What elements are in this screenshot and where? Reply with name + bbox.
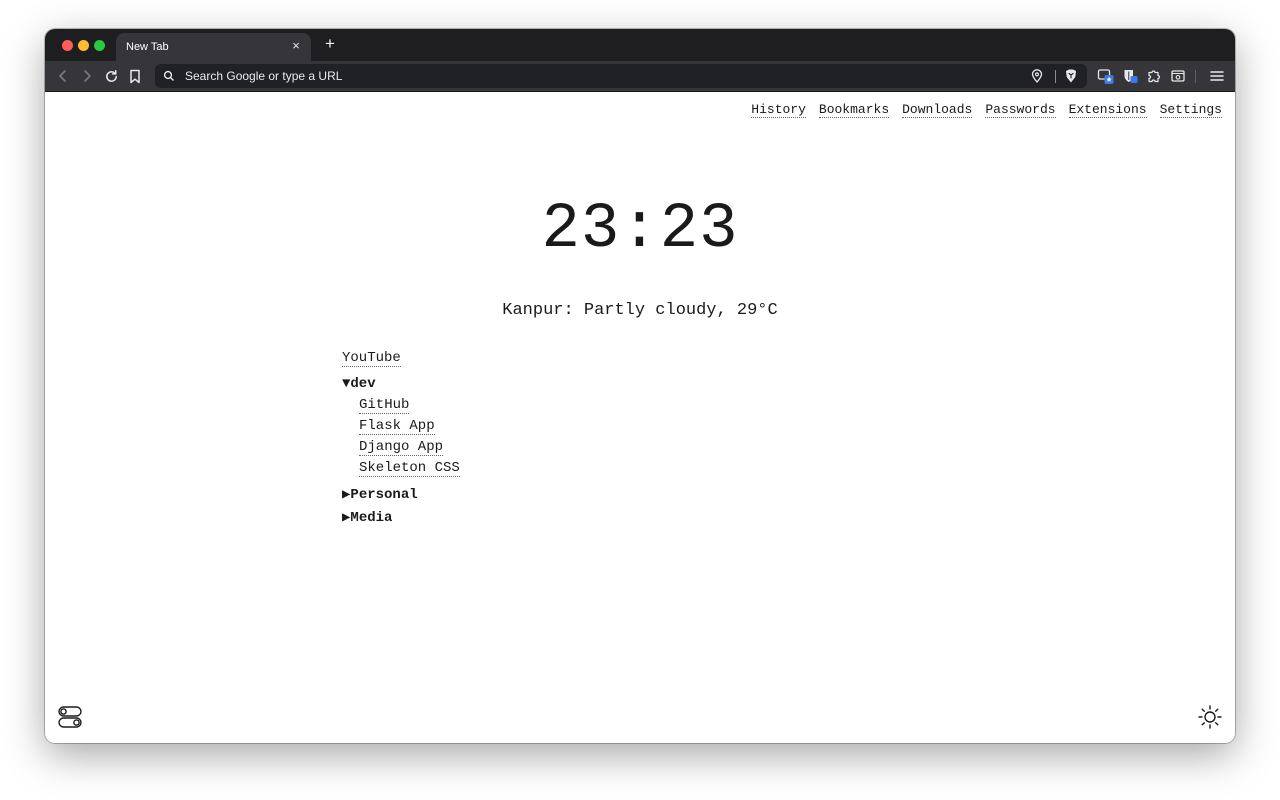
tab-title: New Tab: [126, 41, 169, 53]
history-link[interactable]: History: [751, 103, 806, 118]
toolbar: Search Google or type a URL: [45, 61, 1235, 92]
sun-icon[interactable]: [1197, 704, 1223, 730]
tab-strip: New Tab × +: [45, 29, 1235, 61]
minimize-window-button[interactable]: [78, 40, 89, 51]
search-icon: [161, 68, 177, 84]
new-tab-page: History Bookmarks Downloads Passwords Ex…: [45, 92, 1235, 743]
bitwarden-icon[interactable]: [1121, 67, 1139, 85]
address-divider: [1055, 70, 1056, 83]
close-window-button[interactable]: [62, 40, 73, 51]
reader-mode-icon[interactable]: [1169, 67, 1187, 85]
top-nav-links: History Bookmarks Downloads Passwords Ex…: [751, 103, 1222, 118]
bookmark-icon[interactable]: [126, 67, 144, 85]
address-input[interactable]: Search Google or type a URL: [185, 69, 342, 83]
address-bar[interactable]: Search Google or type a URL: [155, 64, 1087, 88]
tab-search-icon[interactable]: [1097, 67, 1115, 85]
clock: 23:23: [541, 194, 739, 266]
bookmarks-link[interactable]: Bookmarks: [818, 103, 890, 118]
github-link[interactable]: GitHub: [359, 397, 410, 414]
location-icon[interactable]: [1029, 68, 1045, 84]
dev-folder[interactable]: ▼dev: [342, 376, 376, 392]
new-tab-button[interactable]: +: [321, 35, 339, 53]
toggles-icon[interactable]: [57, 704, 83, 730]
skeleton-css-link[interactable]: Skeleton CSS: [359, 460, 460, 477]
zoom-window-button[interactable]: [94, 40, 105, 51]
flask-app-link[interactable]: Flask App: [359, 418, 435, 435]
weather-text: Kanpur: Partly cloudy, 29°C: [502, 301, 778, 320]
extensions-link[interactable]: Extensions: [1068, 103, 1147, 118]
personal-folder[interactable]: ▶Personal: [342, 486, 418, 503]
extensions-icon[interactable]: [1145, 67, 1163, 85]
tab-close-icon[interactable]: ×: [289, 39, 303, 53]
passwords-link[interactable]: Passwords: [985, 103, 1056, 118]
downloads-link[interactable]: Downloads: [902, 103, 973, 118]
reload-icon[interactable]: [102, 67, 120, 85]
django-app-link[interactable]: Django App: [359, 439, 444, 456]
media-folder[interactable]: ▶Media: [342, 509, 392, 526]
tab-new-tab[interactable]: New Tab ×: [116, 33, 311, 61]
back-icon[interactable]: [54, 67, 72, 85]
browser-window: New Tab × + Search Google or type a URL: [45, 29, 1235, 743]
menu-icon[interactable]: [1208, 67, 1226, 85]
toolbar-divider: [1195, 70, 1196, 83]
youtube-link[interactable]: YouTube: [342, 350, 401, 367]
settings-link[interactable]: Settings: [1159, 103, 1222, 118]
brave-shield-icon[interactable]: [1063, 68, 1079, 84]
forward-icon[interactable]: [78, 67, 96, 85]
